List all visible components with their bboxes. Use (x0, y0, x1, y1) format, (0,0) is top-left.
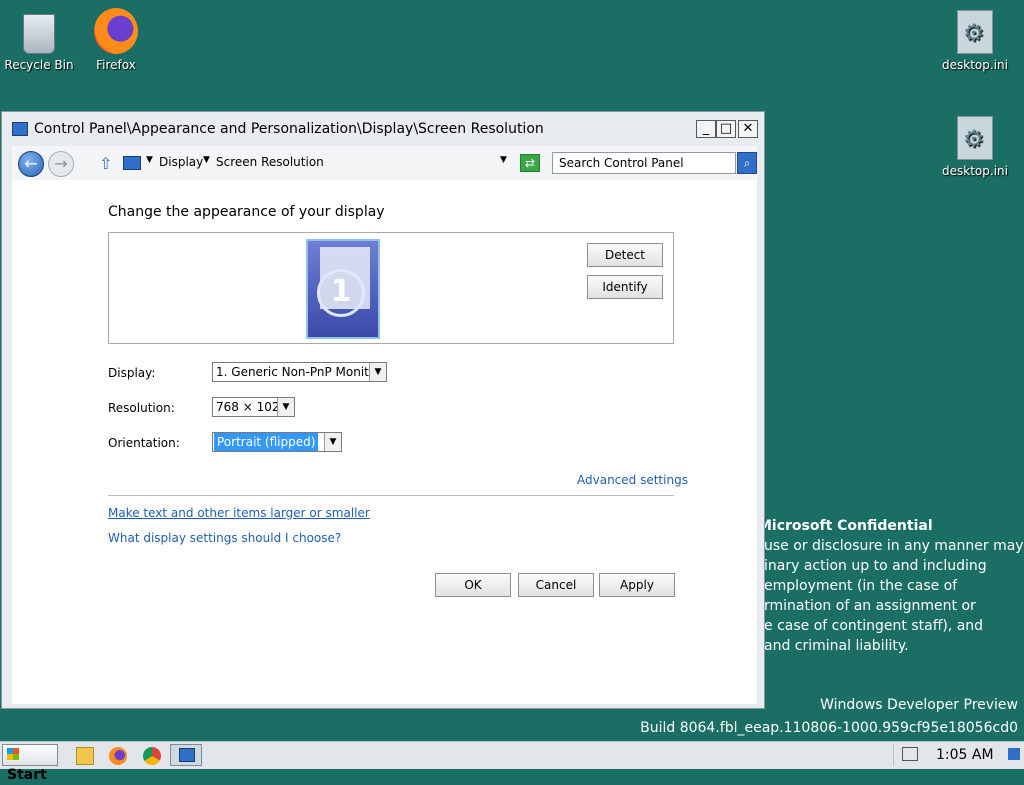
control-panel-taskbar-button[interactable] (170, 744, 202, 766)
start-button[interactable]: Start (2, 744, 58, 783)
chevron-down-icon[interactable]: ▼ (146, 155, 153, 165)
build-version-line1: Windows Developer Preview (820, 697, 1018, 713)
breadcrumb-screen-resolution[interactable]: Screen Resolution (216, 155, 324, 169)
monitor-1-icon[interactable]: 1 (306, 239, 380, 339)
explorer-folder-icon[interactable] (76, 747, 94, 765)
build-version-line2: Build 8064.fbl_eeap.110806-1000.959cf95e… (640, 720, 1018, 736)
confidential-notice: Microsoft Confidential use or disclosure… (764, 516, 1024, 656)
maximize-button[interactable]: □ (716, 120, 736, 138)
resolution-label: Resolution: (108, 401, 175, 415)
desktop-icon-label: desktop.ini (942, 58, 1008, 72)
up-arrow-icon[interactable]: ⇧ (99, 154, 112, 173)
confidential-title: Microsoft Confidential (764, 518, 933, 534)
chevron-down-icon[interactable]: ▼ (277, 398, 294, 416)
desktop-icon-firefox[interactable]: Firefox (78, 8, 154, 72)
forward-button[interactable]: → (48, 151, 74, 177)
taskbar: Start 1:05 AM (0, 741, 1024, 783)
confidential-line: rmination of an assignment or (764, 598, 976, 614)
display-select[interactable]: 1. Generic Non-PnP Monitor ▼ (212, 362, 387, 382)
desktop-icon-label: Firefox (96, 58, 136, 72)
window-title: Control Panel\Appearance and Personaliza… (34, 121, 544, 137)
identify-button[interactable]: Identify (587, 275, 663, 299)
display-preview-panel: 1 Detect Identify (108, 232, 674, 344)
screen-resolution-window: Control Panel\Appearance and Personaliza… (1, 111, 765, 709)
ok-button[interactable]: OK (435, 573, 511, 597)
main-content: Change the appearance of your display 1 … (12, 180, 757, 704)
text-size-link[interactable]: Make text and other items larger or smal… (108, 506, 370, 520)
address-bar: ← → ⇧ ▼ Display ▼ Screen Resolution ▼ ⇄ … (12, 146, 757, 181)
section-divider (108, 495, 674, 496)
desktop-icon-desktop-ini-1[interactable]: desktop.ini (937, 10, 1013, 72)
ini-file-icon (957, 116, 993, 160)
detect-button[interactable]: Detect (587, 243, 663, 267)
title-bar[interactable]: Control Panel\Appearance and Personaliza… (2, 112, 764, 146)
chevron-down-icon[interactable]: ▼ (324, 433, 341, 451)
minimize-button[interactable]: _ (696, 120, 716, 138)
refresh-button[interactable]: ⇄ (520, 154, 540, 172)
orientation-value: Portrait (flipped) (214, 433, 319, 451)
control-panel-crumb-icon (123, 156, 141, 170)
chevron-down-icon[interactable]: ▼ (203, 155, 210, 165)
orientation-select[interactable]: Portrait (flipped) ▼ (212, 432, 342, 452)
chrome-icon[interactable] (143, 747, 161, 765)
page-title: Change the appearance of your display (108, 204, 385, 220)
orientation-label: Orientation: (108, 436, 180, 450)
action-center-icon[interactable] (1008, 748, 1020, 760)
desktop-icon-desktop-ini-2[interactable]: desktop.ini (937, 116, 1013, 178)
firefox-icon (94, 8, 138, 54)
display-help-link[interactable]: What display settings should I choose? (108, 531, 341, 545)
control-panel-icon (179, 748, 195, 762)
breadcrumb-display[interactable]: Display (159, 155, 203, 169)
desktop-icon-label: Recycle Bin (4, 58, 74, 72)
control-panel-icon (12, 122, 28, 136)
apply-button[interactable]: Apply (599, 573, 675, 597)
display-label: Display: (108, 366, 156, 380)
monitor-number: 1 (317, 269, 365, 317)
confidential-line: inary action up to and including (764, 558, 987, 574)
windows-flag-icon (7, 748, 19, 760)
display-value: 1. Generic Non-PnP Monitor (216, 365, 382, 379)
confidential-line: e case of contingent staff), and (764, 618, 984, 634)
search-input[interactable]: Search Control Panel (552, 152, 736, 174)
recycle-bin-icon (23, 14, 55, 54)
confidential-line: employment (in the case of (764, 578, 958, 594)
firefox-taskbar-icon[interactable] (109, 747, 127, 765)
search-icon[interactable]: ⌕ (737, 152, 757, 174)
desktop-icon-label: desktop.ini (942, 164, 1008, 178)
ini-file-icon (957, 10, 993, 54)
resolution-select[interactable]: 768 × 1024 ▼ (212, 397, 295, 417)
start-label: Start (7, 767, 47, 783)
close-button[interactable]: ✕ (738, 120, 758, 138)
network-icon[interactable] (902, 747, 918, 761)
desktop-icon-recycle-bin[interactable]: Recycle Bin (1, 8, 77, 72)
clock[interactable]: 1:05 AM (936, 747, 994, 763)
address-history-dropdown-icon[interactable]: ▼ (500, 155, 507, 165)
back-button[interactable]: ← (18, 151, 44, 177)
chevron-down-icon[interactable]: ▼ (369, 363, 386, 381)
confidential-line: and criminal liability. (764, 638, 909, 654)
advanced-settings-link[interactable]: Advanced settings (577, 473, 688, 487)
confidential-line: use or disclosure in any manner may (764, 538, 1024, 554)
cancel-button[interactable]: Cancel (518, 573, 594, 597)
